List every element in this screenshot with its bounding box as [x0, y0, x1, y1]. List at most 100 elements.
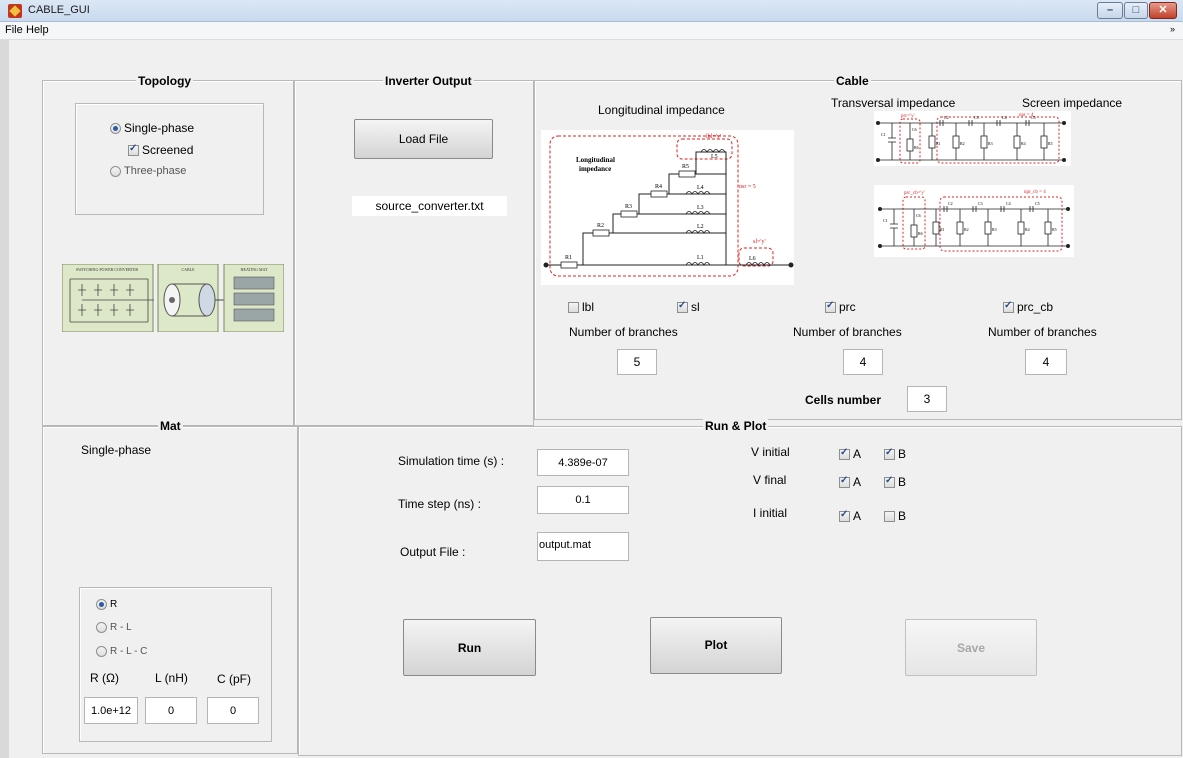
title-bar: CABLE_GUI – □ ✕ [0, 0, 1183, 22]
simulation-time-label: Simulation time (s) : [398, 454, 505, 468]
load-file-button[interactable]: Load File [354, 119, 493, 159]
inverter-output-title: Inverter Output [383, 74, 474, 88]
s-c5-label: C5 [1035, 201, 1040, 206]
c-value-input[interactable]: 0 [207, 697, 259, 724]
screen-impedance-title: Screen impedance [1022, 96, 1123, 110]
radio-indicator[interactable] [110, 122, 121, 134]
transversal-impedance-diagram: prc='y' npr = 4 C1 C6 R6 R1 C2 R2 C3 R3 … [874, 111, 1071, 166]
checkbox-indicator[interactable] [825, 300, 836, 313]
i-initial-label: I initial [753, 506, 788, 520]
diagram-label-longitudinal: Longitudinal [576, 156, 615, 164]
sl-checkbox[interactable]: sl [677, 300, 700, 314]
prc-checkbox[interactable]: prc [825, 300, 856, 314]
run-plot-panel [298, 426, 1182, 756]
transversal-prc-annotation: prc='y' [901, 114, 915, 119]
screened-label: Screened [142, 143, 194, 157]
s-c4-label: C4 [1006, 201, 1011, 206]
source-file-name: source_converter.txt [352, 196, 507, 216]
i-initial-b-checkbox[interactable]: B [884, 509, 906, 523]
radio-indicator[interactable] [110, 165, 121, 177]
transversal-branches-input[interactable]: 4 [843, 349, 883, 375]
rlc-radio[interactable]: R - L - C [96, 646, 147, 657]
l2-label: L2 [697, 224, 704, 230]
transversal-branches-label: Number of branches [793, 325, 902, 339]
t-r3-label: R3 [988, 141, 993, 146]
t-c2-label: C2 [944, 115, 949, 120]
t-r2-label: R2 [960, 141, 965, 146]
cable-title: Cable [834, 74, 871, 88]
s-r2-label: R2 [964, 227, 969, 232]
run-button[interactable]: Run [403, 619, 536, 676]
menu-help[interactable]: Help [26, 24, 49, 36]
run-plot-title: Run & Plot [703, 419, 769, 433]
r1-label: R1 [565, 255, 572, 261]
checkbox-indicator[interactable] [839, 475, 850, 488]
r5-label: R5 [682, 164, 689, 170]
screened-checkbox[interactable]: Screened [128, 143, 193, 157]
output-file-label: Output File : [400, 545, 466, 559]
r-radio[interactable]: R [96, 599, 117, 610]
minimize-button[interactable]: – [1097, 2, 1123, 19]
v-initial-a-checkbox[interactable]: A [839, 447, 861, 461]
v-initial-b-checkbox[interactable]: B [884, 447, 906, 461]
diagram-lbl-annotation: lbl='y' [706, 134, 721, 140]
three-phase-radio[interactable]: Three-phase [110, 165, 186, 177]
output-file-input[interactable]: output.mat [537, 532, 629, 561]
maximize-button[interactable]: □ [1124, 2, 1148, 19]
save-button[interactable]: Save [905, 619, 1037, 676]
t-c4-label: C4 [1002, 115, 1007, 120]
checkbox-indicator[interactable] [884, 475, 895, 488]
checkbox-a-label: A [853, 447, 862, 461]
t-c5-label: C5 [1031, 115, 1036, 120]
r3-label: R3 [625, 204, 632, 210]
rlc-option-label: R - L - C [110, 646, 148, 657]
longitudinal-branches-label: Number of branches [569, 325, 678, 339]
checkbox-a-label: A [853, 509, 862, 523]
checkbox-indicator[interactable] [128, 143, 139, 156]
checkbox-indicator[interactable] [884, 447, 895, 460]
rl-radio[interactable]: R - L [96, 622, 132, 633]
sl-label: sl [691, 300, 700, 314]
s-c6-label: C6 [916, 213, 921, 218]
r-ohm-label: R (Ω) [90, 671, 119, 685]
v-final-a-checkbox[interactable]: A [839, 475, 861, 489]
v-final-b-checkbox[interactable]: B [884, 475, 906, 489]
prc-cb-checkbox[interactable]: prc_cb [1003, 300, 1053, 314]
r-value-input[interactable]: 1.0e+12 [84, 697, 138, 724]
checkbox-indicator[interactable] [839, 447, 850, 460]
checkbox-indicator[interactable] [839, 509, 850, 522]
single-phase-radio[interactable]: Single-phase [110, 121, 194, 135]
cells-number-input[interactable]: 3 [907, 386, 947, 412]
checkbox-indicator[interactable] [677, 300, 688, 313]
l6-label: L6 [749, 256, 756, 262]
prc-cb-label: prc_cb [1017, 300, 1054, 314]
screen-branches-input[interactable]: 4 [1025, 349, 1067, 375]
simulation-time-input[interactable]: 4.389e-07 [537, 449, 629, 476]
s-r3-label: R3 [992, 227, 997, 232]
t-c1-label: C1 [881, 132, 886, 137]
checkbox-indicator[interactable] [568, 301, 579, 313]
r2-label: R2 [597, 223, 604, 229]
toolbar-overflow-arrow[interactable]: » [1170, 24, 1175, 34]
radio-indicator[interactable] [96, 622, 107, 633]
topology-diagram-image: SWITCHING POWER CONVERTER CABLE HEATING … [62, 264, 284, 332]
close-button[interactable]: ✕ [1149, 2, 1177, 19]
menu-file[interactable]: File [5, 24, 23, 36]
plot-button[interactable]: Plot [650, 617, 782, 674]
mat-phase-text: Single-phase [81, 443, 152, 457]
checkbox-indicator[interactable] [1003, 300, 1014, 313]
lbl-checkbox[interactable]: lbl [568, 300, 594, 314]
l-value-input[interactable]: 0 [145, 697, 197, 724]
prc-label: prc [839, 300, 856, 314]
longitudinal-impedance-diagram: Longitudinal impedance lbl='y' nsr = 5 s… [541, 130, 794, 285]
i-initial-a-checkbox[interactable]: A [839, 509, 861, 523]
screen-prc-annotation: prc_cb='y' [904, 191, 925, 196]
s-c2-label: C2 [948, 201, 953, 206]
checkbox-indicator[interactable] [884, 510, 895, 522]
converter-block-label: SWITCHING POWER CONVERTER [76, 267, 139, 272]
time-step-input[interactable]: 0.1 [537, 486, 629, 514]
radio-indicator[interactable] [96, 599, 107, 610]
longitudinal-branches-input[interactable]: 5 [617, 349, 657, 375]
radio-indicator[interactable] [96, 646, 107, 657]
longitudinal-impedance-title: Longitudinal impedance [598, 103, 725, 117]
